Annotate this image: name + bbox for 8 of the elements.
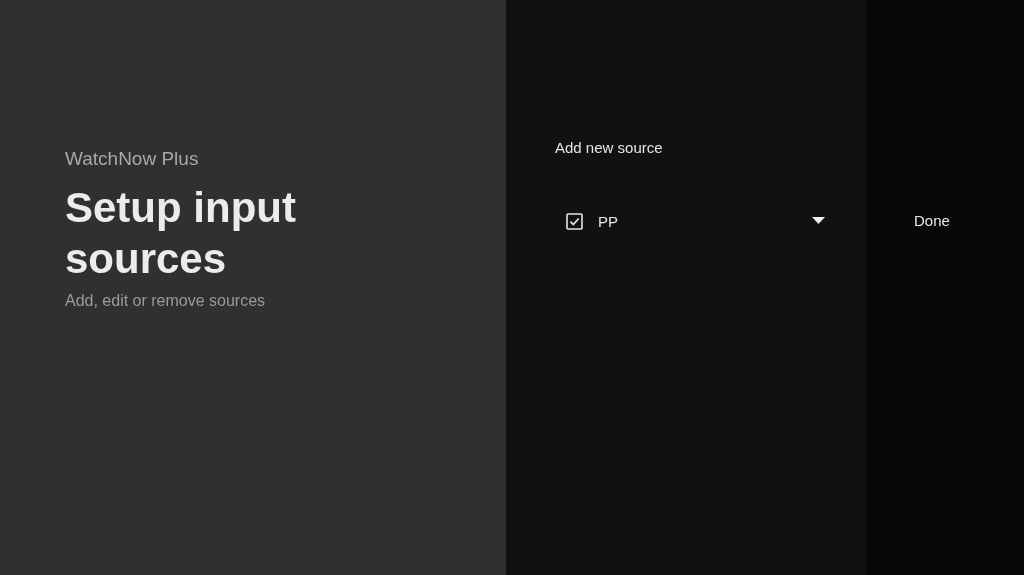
dropdown-arrow-icon[interactable] (812, 217, 825, 225)
section-heading: Add new source (555, 139, 663, 156)
app-name: WatchNow Plus (65, 148, 199, 170)
page-subtitle: Add, edit or remove sources (65, 292, 266, 310)
done-button[interactable]: Done (903, 202, 961, 239)
page-title: Setup input sources (65, 183, 297, 284)
checkbox[interactable] (566, 212, 583, 230)
source-label: PP (598, 212, 619, 230)
